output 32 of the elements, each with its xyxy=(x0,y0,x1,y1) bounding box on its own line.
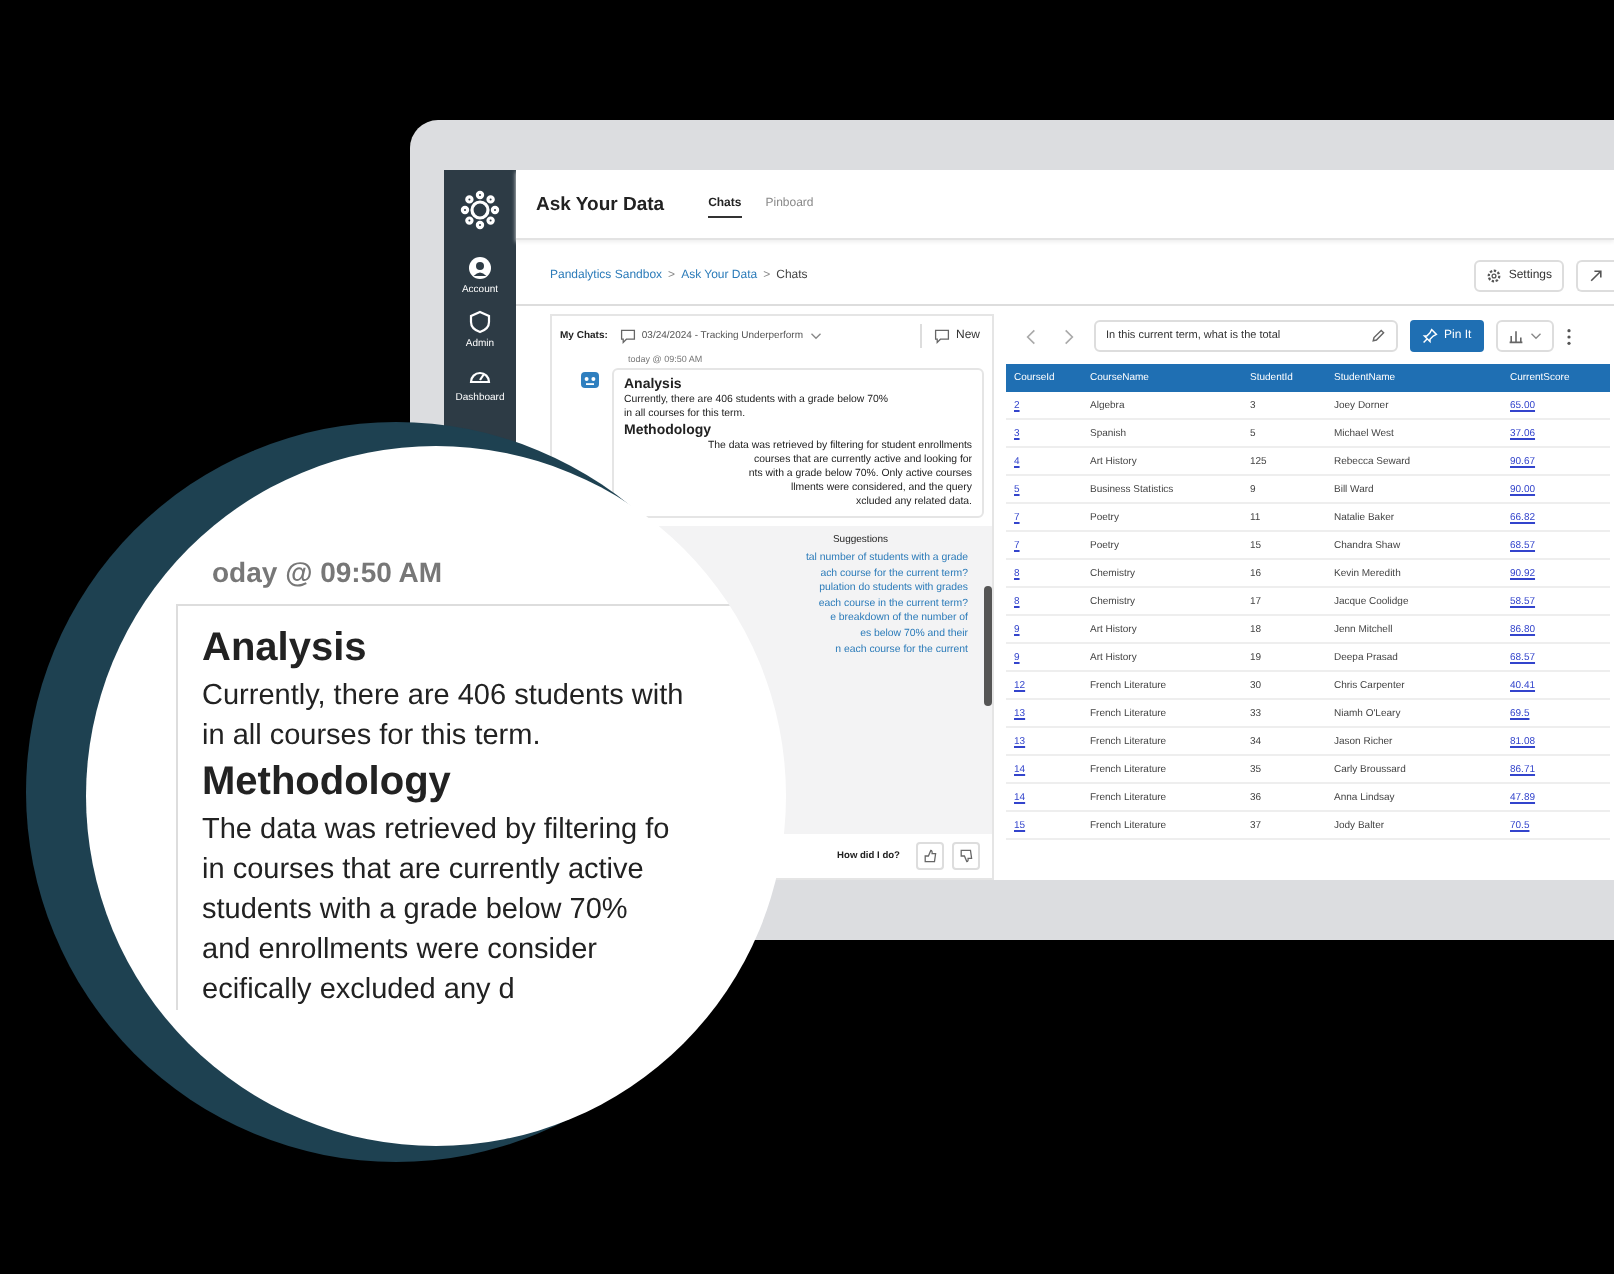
message-text: in courses that are currently active xyxy=(202,852,646,890)
share-button[interactable] xyxy=(1576,260,1614,292)
scrollbar[interactable] xyxy=(984,586,992,706)
message-text: Currently, there are 406 students with xyxy=(202,678,686,716)
share-icon xyxy=(1588,268,1604,284)
chevron-down-icon xyxy=(1529,332,1542,340)
message-text: ecifically excluded any d xyxy=(202,972,517,1010)
chat-bubble-icon xyxy=(619,328,636,344)
logo-icon xyxy=(460,190,500,230)
message-text: in all courses for this term. xyxy=(202,718,543,756)
thumbs-down-button[interactable] xyxy=(952,842,980,870)
bar-chart-icon xyxy=(1507,328,1524,344)
message-text: and enrollments were consider xyxy=(202,932,599,970)
shield-icon xyxy=(468,310,492,334)
thumbs-up-icon xyxy=(922,848,938,864)
chevron-down-icon xyxy=(809,332,822,340)
settings-icon xyxy=(1486,268,1503,284)
new-chat-icon xyxy=(933,328,950,344)
thumbs-down-icon xyxy=(958,848,974,864)
message-text: students with a grade below 70% xyxy=(202,892,630,930)
page-title: Ask Your Data xyxy=(536,193,665,215)
avatar-icon xyxy=(467,256,492,280)
pencil-icon[interactable] xyxy=(1370,328,1386,344)
message-timestamp: oday @ 09:50 AM xyxy=(212,556,445,588)
more-options-icon[interactable] xyxy=(1565,327,1572,345)
chart-type-dropdown[interactable] xyxy=(1495,320,1554,352)
section-heading: Methodology xyxy=(202,760,453,806)
pin-icon xyxy=(1422,328,1438,344)
section-heading: Analysis xyxy=(202,626,369,672)
robot-icon xyxy=(578,368,602,392)
thumbs-up-button[interactable] xyxy=(916,842,944,870)
message-text: The data was retrieved by filtering fo xyxy=(202,812,672,850)
